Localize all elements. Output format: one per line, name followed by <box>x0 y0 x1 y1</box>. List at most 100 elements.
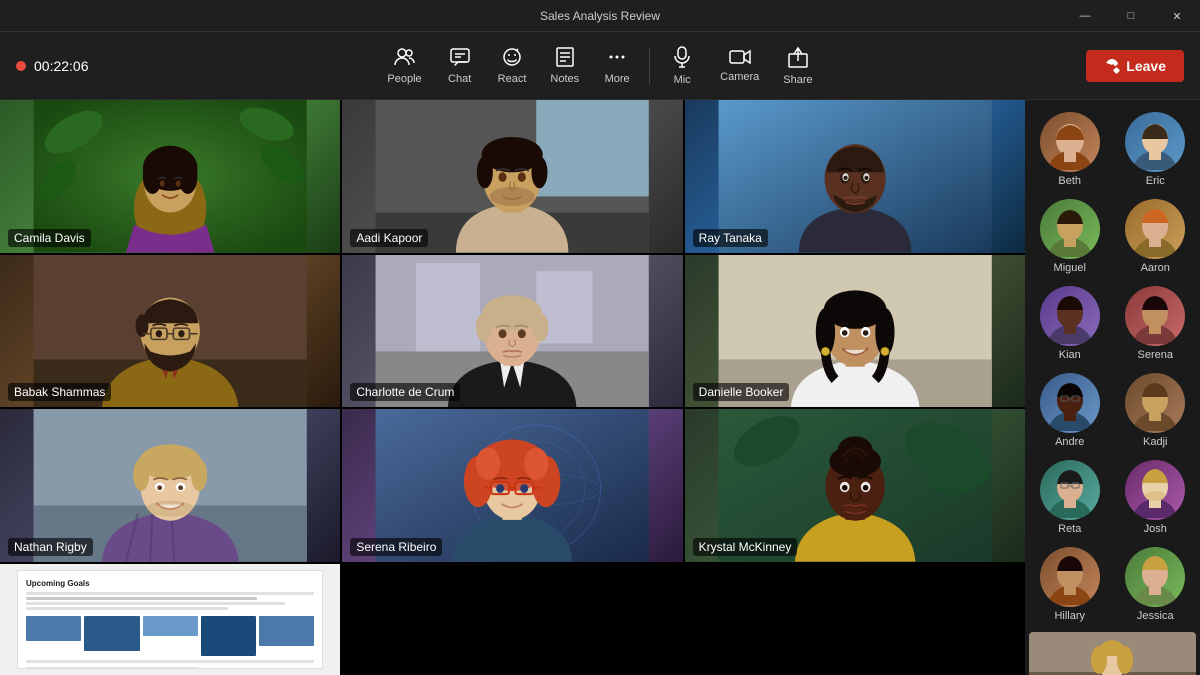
name-jessica: Jessica <box>1117 610 1195 622</box>
name-josh: Josh <box>1117 523 1195 535</box>
sidebar-participant-aaron[interactable]: Aaron <box>1115 195 1197 278</box>
main-content: Camila Davis <box>0 100 1200 675</box>
tile-name-babak: Babak Shammas <box>8 383 111 401</box>
name-serena-sidebar: Serena <box>1117 349 1195 361</box>
video-grid: Camila Davis <box>0 100 1025 675</box>
toolbar-divider <box>649 48 650 84</box>
share-label: Share <box>783 74 812 86</box>
avatar-reta <box>1040 460 1100 520</box>
react-button[interactable]: React <box>488 41 537 91</box>
tile-name-camila: Camila Davis <box>8 229 91 247</box>
name-eric: Eric <box>1117 175 1195 187</box>
window-controls: — □ ✕ <box>1062 0 1200 32</box>
video-tile-aadi[interactable]: Aadi Kapoor <box>342 100 682 253</box>
screen-line-4 <box>26 607 228 610</box>
screen-line-3 <box>26 602 285 605</box>
sidebar-participant-eric[interactable]: Eric <box>1115 108 1197 191</box>
chat-label: Chat <box>448 73 471 85</box>
name-aaron: Aaron <box>1117 262 1195 274</box>
camera-button[interactable]: Camera <box>710 43 769 89</box>
screen-line-5 <box>26 660 314 663</box>
name-andre: Andre <box>1031 436 1109 448</box>
avatar-beth <box>1040 112 1100 172</box>
screen-doc-title: Upcoming Goals <box>26 579 314 588</box>
timer-display: 00:22:06 <box>34 58 89 74</box>
mic-label: Mic <box>674 74 691 86</box>
toolbar-right: Leave <box>892 50 1184 82</box>
tile-name-krystal: Krystal McKinney <box>693 538 798 556</box>
sidebar-participant-kian[interactable]: Kian <box>1029 282 1111 365</box>
tile-name-ray: Ray Tanaka <box>693 229 768 247</box>
leave-label: Leave <box>1126 58 1166 74</box>
mic-button[interactable]: Mic <box>658 40 706 92</box>
sidebar-participant-miguel[interactable]: Miguel <box>1029 195 1111 278</box>
more-icon <box>607 47 627 70</box>
toolbar: 00:22:06 People <box>0 32 1200 100</box>
avatar-kadji <box>1125 373 1185 433</box>
sidebar-participant-andre[interactable]: Andre <box>1029 369 1111 452</box>
avatar-hillary <box>1040 547 1100 607</box>
name-miguel: Miguel <box>1031 262 1109 274</box>
tile-name-aadi: Aadi Kapoor <box>350 229 428 247</box>
sidebar-participant-jessica[interactable]: Jessica <box>1115 543 1197 626</box>
react-label: React <box>498 73 527 85</box>
tile-name-serena-r: Serena Ribeiro <box>350 538 442 556</box>
avatar-jessica <box>1125 547 1185 607</box>
tile-name-nathan: Nathan Rigby <box>8 538 93 556</box>
screen-line-1 <box>26 592 314 595</box>
title-bar: Sales Analysis Review — □ ✕ <box>0 0 1200 32</box>
notes-label: Notes <box>550 73 579 85</box>
video-tile-danielle[interactable]: Danielle Booker <box>685 255 1025 408</box>
react-icon <box>502 47 522 70</box>
sidebar-participant-serena[interactable]: Serena <box>1115 282 1197 365</box>
window-title: Sales Analysis Review <box>540 9 660 23</box>
avatar-serena <box>1125 286 1185 346</box>
sidebar-participant-kadji[interactable]: Kadji <box>1115 369 1197 452</box>
avatar-josh <box>1125 460 1185 520</box>
avatar-andre <box>1040 373 1100 433</box>
screen-line-2 <box>26 597 257 600</box>
people-label: People <box>387 73 421 85</box>
toolbar-left: 00:22:06 <box>16 58 308 74</box>
camera-label: Camera <box>720 71 759 83</box>
leave-button[interactable]: Leave <box>1086 50 1184 82</box>
name-hillary: Hillary <box>1031 610 1109 622</box>
tile-name-danielle: Danielle Booker <box>693 383 790 401</box>
more-button[interactable]: More <box>593 41 641 91</box>
share-button[interactable]: Share <box>773 40 822 92</box>
close-button[interactable]: ✕ <box>1154 0 1200 32</box>
screen-chart <box>26 616 314 656</box>
participants-sidebar: Beth Eric <box>1025 100 1200 675</box>
toolbar-center: People Chat <box>308 40 892 92</box>
name-beth: Beth <box>1031 175 1109 187</box>
video-tile-camila[interactable]: Camila Davis <box>0 100 340 253</box>
video-tile-screen-share[interactable]: Upcoming Goals <box>0 564 340 675</box>
video-tile-nathan[interactable]: Nathan Rigby <box>0 409 340 562</box>
sidebar-last-preview[interactable] <box>1029 632 1196 675</box>
sidebar-participant-beth[interactable]: Beth <box>1029 108 1111 191</box>
camera-icon <box>729 49 751 68</box>
maximize-button[interactable]: □ <box>1108 0 1154 32</box>
chat-icon <box>450 47 470 70</box>
leave-phone-icon <box>1104 58 1120 74</box>
notes-button[interactable]: Notes <box>540 41 589 91</box>
avatar-kian <box>1040 286 1100 346</box>
people-button[interactable]: People <box>377 41 431 91</box>
chat-button[interactable]: Chat <box>436 41 484 91</box>
video-tile-babak[interactable]: Babak Shammas <box>0 255 340 408</box>
more-label: More <box>605 73 630 85</box>
mic-icon <box>674 46 690 71</box>
video-tile-ray[interactable]: Ray Tanaka <box>685 100 1025 253</box>
minimize-button[interactable]: — <box>1062 0 1108 32</box>
people-icon <box>394 47 416 70</box>
name-reta: Reta <box>1031 523 1109 535</box>
video-tile-krystal[interactable]: Krystal McKinney <box>685 409 1025 562</box>
video-tile-charlotte[interactable]: Charlotte de Crum <box>342 255 682 408</box>
sidebar-participant-reta[interactable]: Reta <box>1029 456 1111 539</box>
sidebar-participant-josh[interactable]: Josh <box>1115 456 1197 539</box>
avatar-aaron <box>1125 199 1185 259</box>
record-indicator <box>16 61 26 71</box>
video-tile-serena[interactable]: Serena Ribeiro <box>342 409 682 562</box>
tile-name-charlotte: Charlotte de Crum <box>350 383 460 401</box>
sidebar-participant-hillary[interactable]: Hillary <box>1029 543 1111 626</box>
